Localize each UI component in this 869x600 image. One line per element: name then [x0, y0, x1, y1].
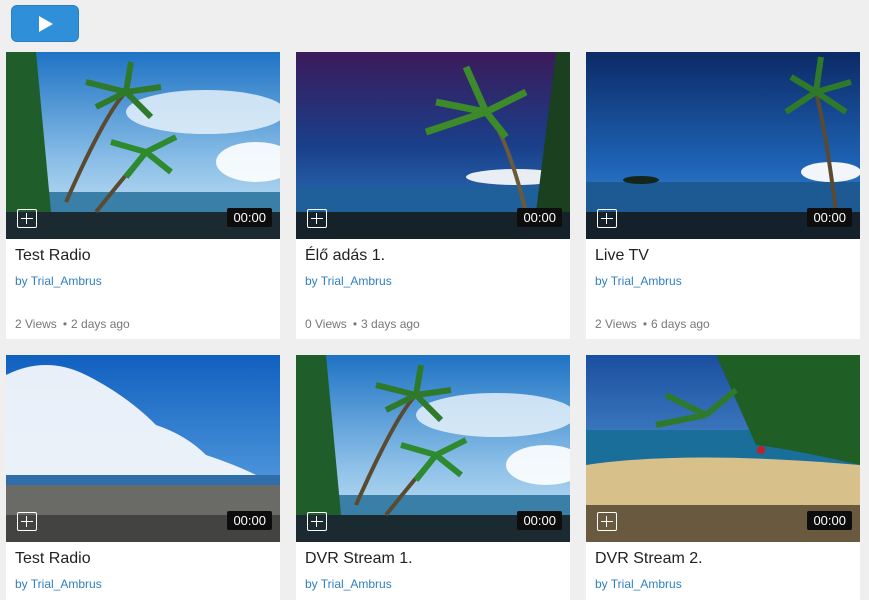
video-title[interactable]: DVR Stream 2. — [595, 550, 703, 568]
view-count: 2 Views — [595, 317, 637, 331]
duration-badge: 00:00 — [807, 208, 852, 227]
video-thumbnail[interactable]: 00:00 — [586, 355, 860, 542]
video-title[interactable]: Live TV — [595, 247, 649, 265]
page-scrollbar[interactable] — [860, 48, 869, 596]
duration-badge: 00:00 — [227, 208, 272, 227]
duration-badge: 00:00 — [517, 208, 562, 227]
author-link[interactable]: by Trial_Ambrus — [305, 577, 392, 591]
video-thumbnail[interactable]: 00:00 — [296, 52, 570, 239]
video-title[interactable]: DVR Stream 1. — [305, 550, 413, 568]
add-to-playlist-button[interactable] — [597, 209, 617, 228]
add-to-playlist-button[interactable] — [307, 512, 327, 531]
video-card[interactable]: 00:00 Test Radio by Trial_Ambrus — [6, 355, 280, 600]
video-card[interactable]: 00:00 DVR Stream 2. by Trial_Ambrus — [586, 355, 860, 600]
video-card[interactable]: 00:00 Élő adás 1. by Trial_Ambrus 0 View… — [296, 52, 570, 339]
video-card[interactable]: 00:00 Test Radio by Trial_Ambrus 2 Views… — [6, 52, 280, 339]
add-to-playlist-button[interactable] — [307, 209, 327, 228]
video-card[interactable]: 00:00 Live TV by Trial_Ambrus 2 Views • 6 … — [586, 52, 860, 339]
video-meta: 2 Views • 6 days ago — [595, 317, 710, 331]
view-count: 0 Views — [305, 317, 347, 331]
video-thumbnail[interactable]: 00:00 — [586, 52, 860, 239]
duration-badge: 00:00 — [807, 511, 852, 530]
view-count: 2 Views — [15, 317, 57, 331]
author-link[interactable]: by Trial_Ambrus — [15, 274, 102, 288]
duration-badge: 00:00 — [227, 511, 272, 530]
video-thumbnail[interactable]: 00:00 — [6, 355, 280, 542]
upload-age: 2 days ago — [71, 317, 130, 331]
video-thumbnail[interactable]: 00:00 — [6, 52, 280, 239]
video-meta: 2 Views • 2 days ago — [15, 317, 130, 331]
video-thumbnail[interactable]: 00:00 — [296, 355, 570, 542]
video-meta: 0 Views • 3 days ago — [305, 317, 420, 331]
upload-age: 6 days ago — [651, 317, 710, 331]
play-icon — [39, 16, 53, 32]
author-link[interactable]: by Trial_Ambrus — [595, 274, 682, 288]
top-toolbar — [0, 0, 869, 48]
add-to-playlist-button[interactable] — [597, 512, 617, 531]
video-title[interactable]: Test Radio — [15, 550, 91, 568]
add-to-playlist-button[interactable] — [17, 209, 37, 228]
author-link[interactable]: by Trial_Ambrus — [305, 274, 392, 288]
upload-age: 3 days ago — [361, 317, 420, 331]
author-link[interactable]: by Trial_Ambrus — [595, 577, 682, 591]
add-to-playlist-button[interactable] — [17, 512, 37, 531]
video-title[interactable]: Élő adás 1. — [305, 247, 385, 265]
video-title[interactable]: Test Radio — [15, 247, 91, 265]
play-button[interactable] — [11, 5, 79, 42]
video-card[interactable]: 00:00 DVR Stream 1. by Trial_Ambrus — [296, 355, 570, 600]
duration-badge: 00:00 — [517, 511, 562, 530]
author-link[interactable]: by Trial_Ambrus — [15, 577, 102, 591]
